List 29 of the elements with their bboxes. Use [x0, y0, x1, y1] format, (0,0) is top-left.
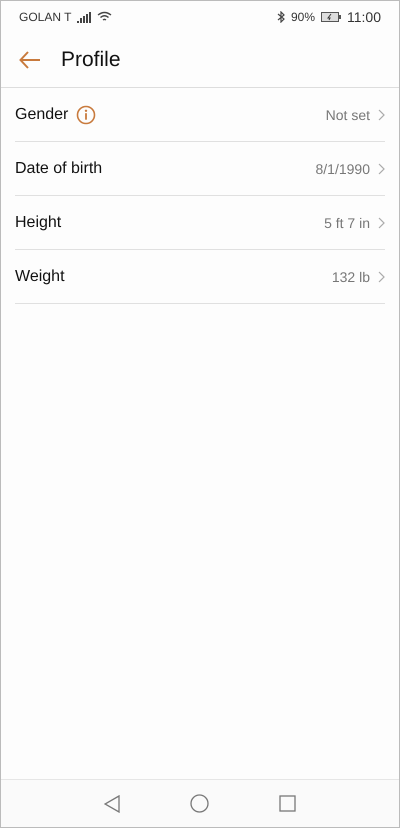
chevron-icon [378, 216, 385, 228]
signal-icon [77, 12, 92, 22]
profile-row[interactable]: Weight 132 lb [15, 250, 385, 304]
row-value: 8/1/1990 [316, 160, 370, 176]
wifi-icon [97, 11, 112, 23]
recents-nav-icon[interactable] [279, 795, 296, 812]
back-arrow-icon[interactable] [19, 51, 41, 69]
battery-percent: 90% [290, 10, 315, 24]
chevron-icon [378, 270, 385, 282]
profile-row[interactable]: Height 5 ft 7 in [15, 196, 385, 250]
row-label: Height [15, 214, 62, 232]
row-value: Not set [326, 106, 370, 122]
bluetooth-icon [276, 11, 285, 23]
chevron-icon [378, 162, 385, 174]
row-value: 5 ft 7 in [324, 214, 370, 230]
back-nav-icon[interactable] [104, 794, 120, 812]
row-label: Date of birth [15, 160, 102, 178]
carrier-name: GOLAN T [19, 10, 72, 24]
page-title: Profile [61, 48, 121, 72]
profile-row[interactable]: Date of birth 8/1/1990 [15, 142, 385, 196]
chevron-icon [378, 108, 385, 120]
home-nav-icon[interactable] [190, 794, 209, 813]
profile-row[interactable]: Gender Not set [15, 88, 385, 142]
row-label: Gender [15, 106, 68, 124]
clock-time: 11:00 [347, 9, 381, 25]
row-label: Weight [15, 268, 65, 286]
row-value: 132 lb [332, 268, 370, 284]
battery-icon [321, 12, 341, 22]
info-icon[interactable] [76, 104, 96, 124]
